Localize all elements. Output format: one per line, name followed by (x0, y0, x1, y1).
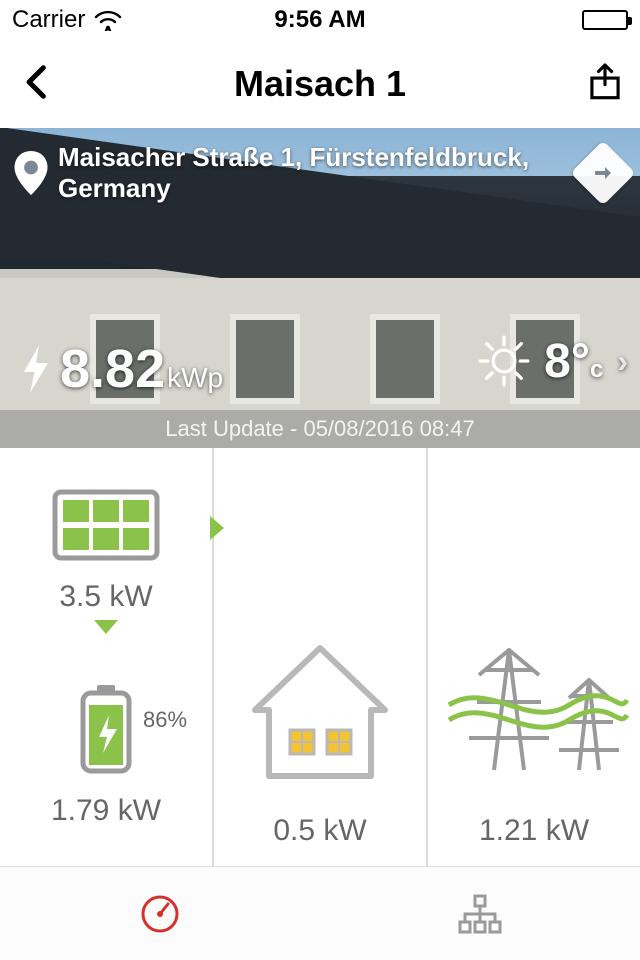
directions-button[interactable] (570, 141, 635, 206)
tab-dashboard[interactable] (0, 867, 320, 960)
nav-bar: Maisach 1 (0, 40, 640, 128)
gauge-icon (138, 892, 182, 936)
power-grid-icon (439, 610, 629, 800)
solar-power-value: 3.5 kW (59, 580, 152, 614)
page-title: Maisach 1 (234, 63, 406, 105)
wifi-icon (93, 9, 123, 31)
battery-icon (582, 10, 628, 30)
flow-arrow-down-icon (94, 620, 118, 634)
home-power-value: 0.5 kW (273, 814, 366, 848)
battery-storage-icon (79, 685, 133, 775)
directions-icon (591, 161, 615, 185)
battery-power-value: 1.79 kW (51, 794, 161, 828)
flow-col-production[interactable]: 3.5 kW 86% 1.79 kW (0, 448, 214, 866)
temperature-unit: c (590, 356, 603, 383)
location-pin-icon (14, 151, 48, 195)
battery-percent-value: 86% (143, 707, 187, 733)
site-hero: Maisacher Straße 1, Fürstenfeldbruck, Ge… (0, 128, 640, 448)
flow-col-grid[interactable]: 1.21 kW (428, 448, 640, 866)
tab-layout[interactable] (320, 867, 640, 960)
carrier-label: Carrier (12, 6, 85, 34)
system-power: 8.82 kWp (20, 338, 223, 400)
temperature-value: 8° (544, 335, 590, 388)
share-button[interactable] (588, 62, 622, 107)
bolt-icon (20, 345, 52, 393)
status-bar: Carrier 9:56 AM (0, 0, 640, 40)
chevron-right-icon: › (617, 343, 628, 380)
house-icon (235, 630, 405, 800)
sitemap-icon (456, 892, 504, 936)
sun-icon (478, 335, 530, 387)
last-update-label: Last Update - 05/08/2016 08:47 (0, 410, 640, 448)
solar-panel-icon (51, 486, 161, 566)
site-address: Maisacher Straße 1, Fürstenfeldbruck, Ge… (48, 142, 580, 204)
grid-power-value: 1.21 kW (479, 814, 589, 848)
clock-label: 9:56 AM (274, 6, 365, 34)
back-button[interactable] (18, 63, 56, 106)
flow-col-home[interactable]: 0.5 kW (214, 448, 428, 866)
tab-bar (0, 866, 640, 960)
weather-button[interactable]: 8°c › (478, 334, 628, 389)
energy-flow: 3.5 kW 86% 1.79 kW (0, 448, 640, 866)
